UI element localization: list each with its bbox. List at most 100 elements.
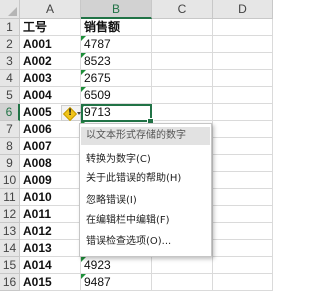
cell-b2[interactable]: 4787 [81, 36, 152, 53]
cell-value: A014 [23, 258, 52, 272]
row-header[interactable]: 6 [0, 104, 20, 121]
row-header[interactable]: 1 [0, 19, 20, 36]
menu-header-number-stored-as-text: 以文本形式存储的数字 [81, 127, 210, 145]
error-check-button[interactable]: ! [61, 105, 81, 122]
error-indicator-icon [81, 87, 86, 92]
row-header[interactable]: 7 [0, 121, 20, 138]
cell-a4[interactable]: A003 [20, 70, 81, 87]
cell-a2[interactable]: A001 [20, 36, 81, 53]
row-header[interactable]: 16 [0, 274, 20, 291]
error-indicator-icon [81, 257, 86, 262]
row-header[interactable]: 13 [0, 223, 20, 240]
cell-d15[interactable] [213, 257, 273, 274]
cell-c2[interactable] [152, 36, 213, 53]
error-indicator-icon [81, 274, 86, 279]
menu-item-ignore-error[interactable]: 忽略错误(I) [81, 192, 210, 210]
cell-value: A010 [23, 190, 52, 204]
cell-c15[interactable] [152, 257, 213, 274]
warning-mark: ! [67, 108, 73, 118]
cell-d5[interactable] [213, 87, 273, 104]
error-context-menu: 以文本形式存储的数字 转换为数字(C) 关于此错误的帮助(H) 忽略错误(I) … [79, 123, 212, 257]
cell-d6[interactable] [213, 104, 273, 121]
row-header[interactable]: 3 [0, 53, 20, 70]
row-header[interactable]: 5 [0, 87, 20, 104]
cell-b6[interactable]: 9713 [81, 104, 152, 121]
cell-a13[interactable]: A012 [20, 223, 81, 240]
cell-a5[interactable]: A004 [20, 87, 81, 104]
cell-d2[interactable] [213, 36, 273, 53]
error-indicator-icon [81, 104, 86, 109]
cell-a1[interactable]: 工号 [20, 19, 81, 36]
row-header[interactable]: 12 [0, 206, 20, 223]
cell-d1[interactable] [213, 19, 273, 36]
row-header[interactable]: 2 [0, 36, 20, 53]
cell-d14[interactable] [213, 240, 273, 257]
cell-a3[interactable]: A002 [20, 53, 81, 70]
row-header[interactable]: 11 [0, 189, 20, 206]
cell-value: A007 [23, 139, 52, 153]
cell-value: A004 [23, 88, 52, 102]
cell-c16[interactable] [152, 274, 213, 291]
cell-c4[interactable] [152, 70, 213, 87]
column-header-c[interactable]: C [152, 0, 213, 19]
cell-value: A006 [23, 122, 52, 136]
cell-b15[interactable]: 4923 [81, 257, 152, 274]
chevron-down-icon [77, 112, 81, 115]
menu-item-convert-to-number[interactable]: 转换为数字(C) [81, 151, 210, 169]
cell-d7[interactable] [213, 121, 273, 138]
cell-b5[interactable]: 6509 [81, 87, 152, 104]
row-header[interactable]: 9 [0, 155, 20, 172]
cell-c6[interactable] [152, 104, 213, 121]
menu-item-error-checking-options[interactable]: 错误检查选项(O)... [81, 233, 210, 251]
cell-value: 4787 [84, 37, 111, 51]
cell-a15[interactable]: A014 [20, 257, 81, 274]
cell-a12[interactable]: A011 [20, 206, 81, 223]
cell-d9[interactable] [213, 155, 273, 172]
cell-d10[interactable] [213, 172, 273, 189]
cell-d11[interactable] [213, 189, 273, 206]
menu-item-help-on-error[interactable]: 关于此错误的帮助(H) [81, 170, 210, 188]
cell-a10[interactable]: A009 [20, 172, 81, 189]
select-all-button[interactable] [0, 0, 20, 19]
cell-b4[interactable]: 2675 [81, 70, 152, 87]
row-header[interactable]: 8 [0, 138, 20, 155]
error-indicator-icon [81, 36, 86, 41]
cell-value: 6509 [84, 88, 111, 102]
cell-a11[interactable]: A010 [20, 189, 81, 206]
cell-value: 8523 [84, 54, 111, 68]
cell-a9[interactable]: A008 [20, 155, 81, 172]
cell-value: A008 [23, 156, 52, 170]
select-all-triangle-icon [8, 7, 17, 16]
column-header-b[interactable]: B [81, 0, 152, 19]
cell-c3[interactable] [152, 53, 213, 70]
cell-value: 工号 [23, 20, 48, 34]
cell-value: 销售额 [84, 20, 121, 34]
cell-a7[interactable]: A006 [20, 121, 81, 138]
cell-a14[interactable]: A013 [20, 240, 81, 257]
cell-value: A001 [23, 37, 52, 51]
row-header[interactable]: 14 [0, 240, 20, 257]
cell-b1[interactable]: 销售额 [81, 19, 152, 36]
cell-c1[interactable] [152, 19, 213, 36]
cell-d16[interactable] [213, 274, 273, 291]
row-header[interactable]: 10 [0, 172, 20, 189]
cell-b3[interactable]: 8523 [81, 53, 152, 70]
cell-a16[interactable]: A015 [20, 274, 81, 291]
cell-d8[interactable] [213, 138, 273, 155]
row-header[interactable]: 4 [0, 70, 20, 87]
cell-d13[interactable] [213, 223, 273, 240]
cell-c5[interactable] [152, 87, 213, 104]
column-header-a[interactable]: A [20, 0, 81, 19]
cell-b16[interactable]: 9487 [81, 274, 152, 291]
cell-a8[interactable]: A007 [20, 138, 81, 155]
cell-value: A009 [23, 173, 52, 187]
cell-d3[interactable] [213, 53, 273, 70]
error-indicator-icon [81, 70, 86, 75]
column-header-d[interactable]: D [213, 0, 273, 19]
cell-value: A005 [23, 105, 52, 119]
row-header[interactable]: 15 [0, 257, 20, 274]
cell-d12[interactable] [213, 206, 273, 223]
cell-value: A015 [23, 275, 52, 289]
cell-d4[interactable] [213, 70, 273, 87]
menu-item-edit-in-formula-bar[interactable]: 在编辑栏中编辑(F) [81, 212, 210, 230]
